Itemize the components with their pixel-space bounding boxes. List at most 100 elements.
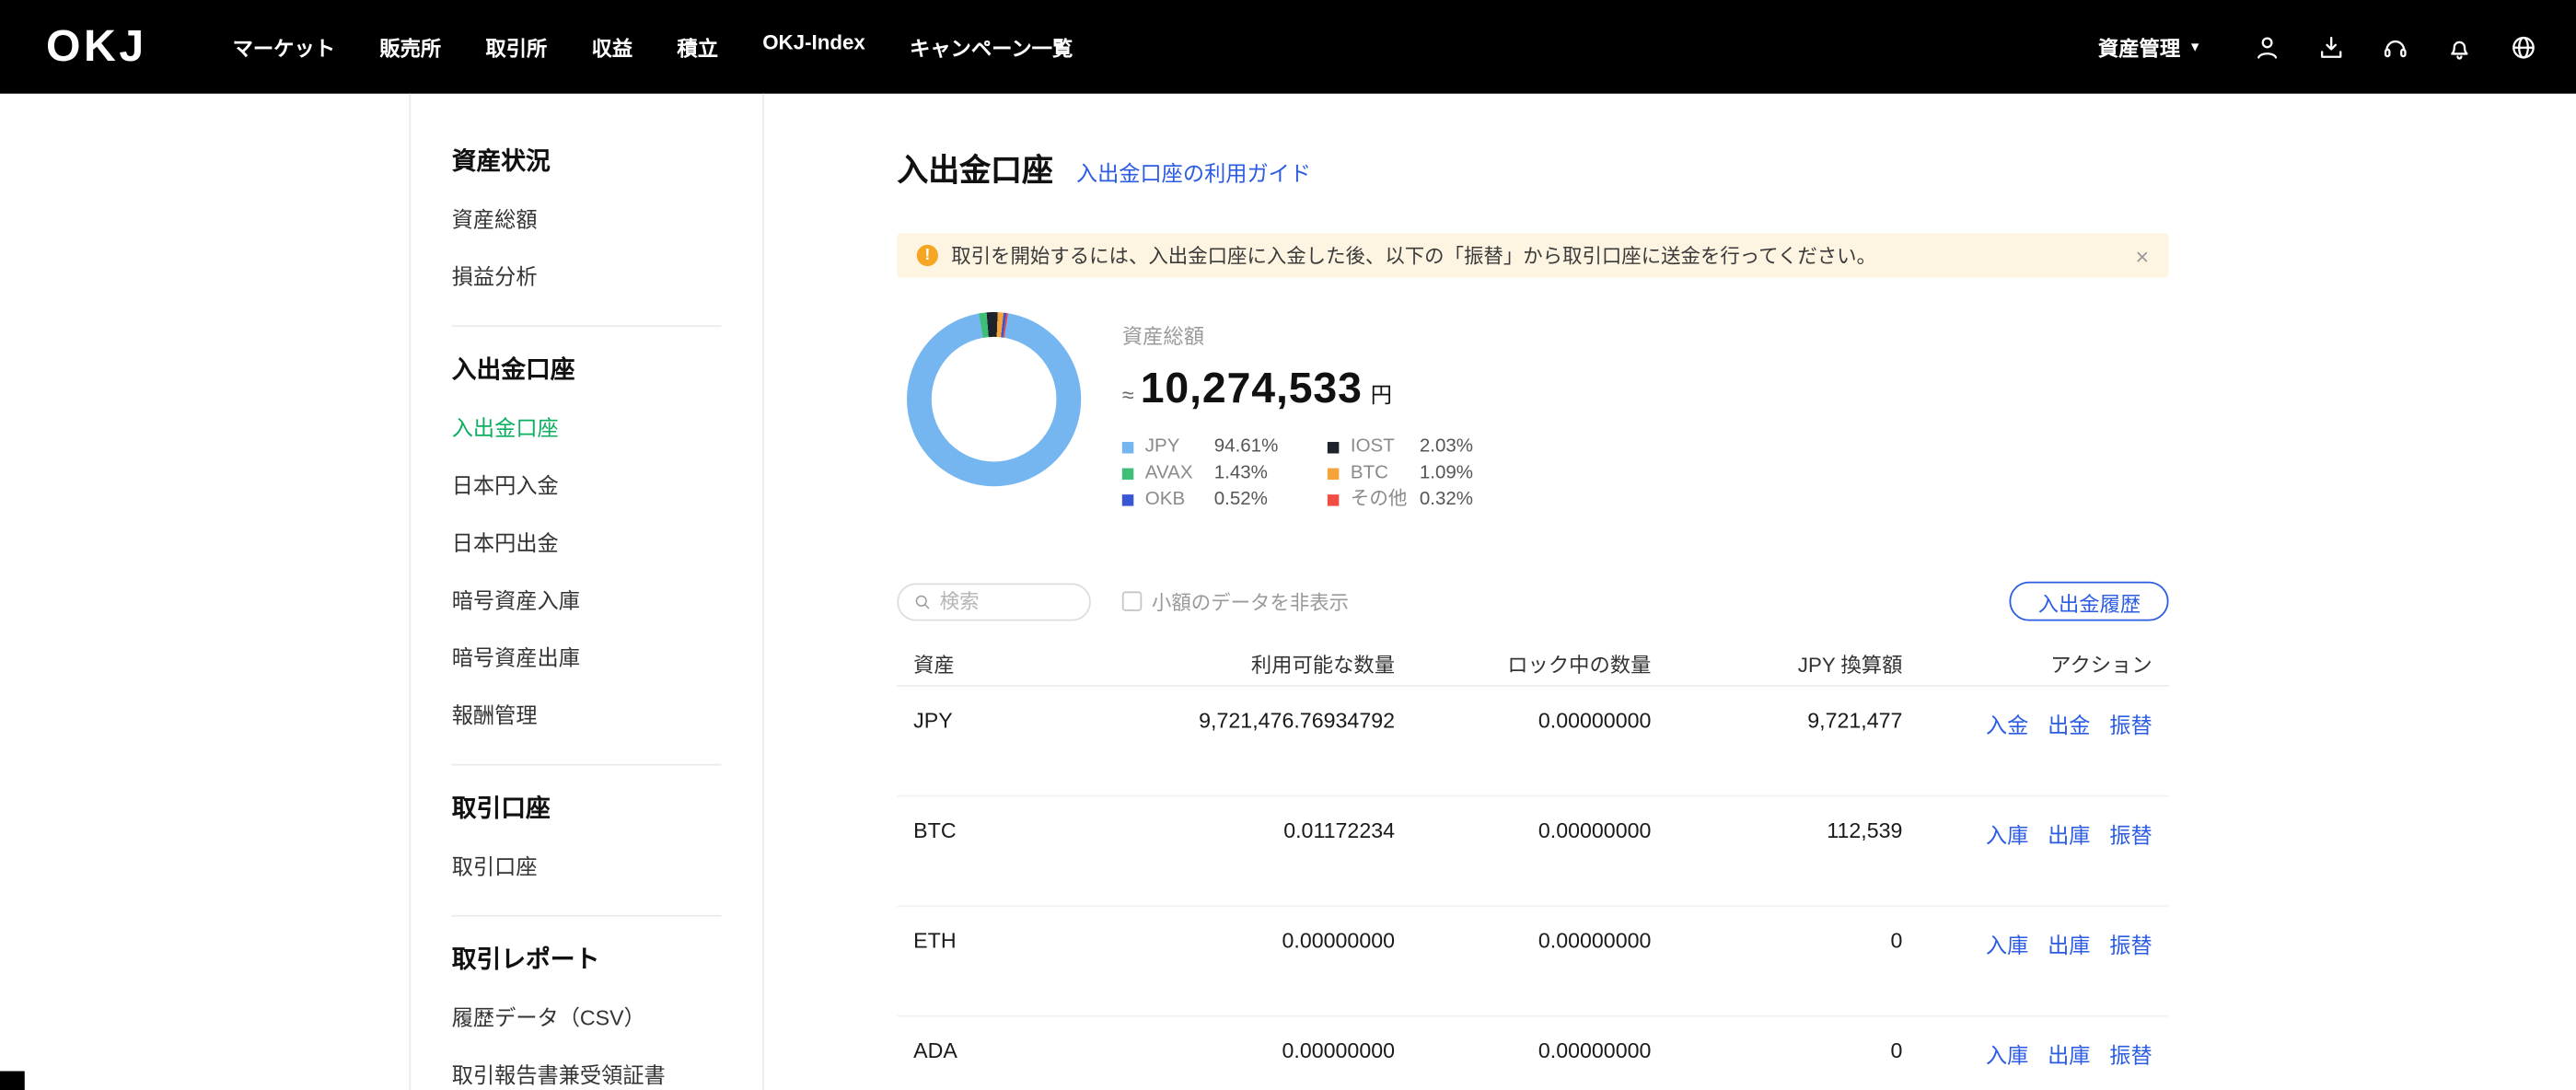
nav-campaign-list[interactable]: キャンペーン一覧 — [910, 31, 1073, 63]
warning-icon: ! — [917, 245, 938, 266]
approx-sign: ≈ — [1122, 383, 1134, 408]
transfer-link[interactable]: 振替 — [2109, 1043, 2152, 1068]
divider — [452, 325, 722, 327]
legend-swatch — [1122, 468, 1133, 479]
sidebar-item-crypto-withdrawal[interactable]: 暗号資産出庫 — [452, 628, 722, 685]
sidebar-item-asset-total[interactable]: 資産総額 — [452, 189, 722, 246]
legend-item-btc: BTC 1.09% — [1328, 461, 1473, 484]
hide-small-balances-toggle[interactable]: 小額のデータを非表示 — [1122, 587, 1349, 615]
user-icon[interactable] — [2253, 32, 2282, 62]
sidebar-heading-funding-account: 入出金口座 — [452, 352, 722, 386]
col-header-jpy-value: JPY 換算額 — [1651, 647, 1902, 678]
download-icon[interactable] — [2316, 32, 2346, 62]
legend-swatch — [1122, 441, 1133, 452]
col-header-asset: 資産 — [913, 647, 1094, 678]
bottom-left-widget[interactable] — [0, 1071, 25, 1090]
available-amount: 0.00000000 — [1094, 928, 1395, 953]
legend-swatch — [1328, 441, 1339, 452]
search-input[interactable] — [940, 590, 1074, 613]
asset-name: BTC — [913, 818, 1094, 843]
legend-swatch — [1328, 493, 1339, 504]
asset-donut-chart — [907, 312, 1081, 486]
jpy-value: 0 — [1651, 1038, 1902, 1063]
sidebar-item-trade-report-receipt[interactable]: 取引報告書兼受領証書 — [452, 1045, 722, 1090]
locked-amount: 0.00000000 — [1395, 708, 1651, 733]
available-amount: 0.00000000 — [1094, 1038, 1395, 1063]
chevron-down-icon: ▼ — [2188, 41, 2201, 53]
withdraw-link[interactable]: 出庫 — [2048, 823, 2090, 848]
asset-name: ETH — [913, 928, 1094, 953]
amount-value: 10,274,533 — [1141, 363, 1363, 413]
okj-logo[interactable]: OKJ — [46, 21, 147, 72]
sidebar-item-crypto-deposit[interactable]: 暗号資産入庫 — [452, 570, 722, 627]
row-actions: 入庫 出庫 振替 — [1902, 1038, 2152, 1070]
legend-swatch — [1122, 493, 1133, 504]
locked-amount: 0.00000000 — [1395, 818, 1651, 843]
row-actions: 入庫 出庫 振替 — [1902, 818, 2152, 850]
sidebar-item-pnl-analysis[interactable]: 損益分析 — [452, 247, 722, 304]
transfer-link[interactable]: 振替 — [2109, 713, 2152, 737]
sidebar-item-reward-management[interactable]: 報酬管理 — [452, 685, 722, 742]
col-header-locked: ロック中の数量 — [1395, 647, 1651, 678]
locked-amount: 0.00000000 — [1395, 928, 1651, 953]
checkbox-icon[interactable] — [1122, 591, 1142, 610]
table-row-jpy: JPY 9,721,476.76934792 0.00000000 9,721,… — [897, 687, 2168, 797]
withdraw-link[interactable]: 出庫 — [2048, 1043, 2090, 1068]
nav-accumulate[interactable]: 積立 — [677, 31, 718, 63]
main-content: 入出金口座 入出金口座の利用ガイド ! 取引を開始するには、入出金口座に入金した… — [764, 94, 2576, 1090]
deposit-link[interactable]: 入金 — [1986, 713, 2028, 737]
sidebar-heading-trading-account: 取引口座 — [452, 790, 722, 824]
deposit-link[interactable]: 入庫 — [1986, 933, 2028, 958]
jpy-value: 0 — [1651, 928, 1902, 953]
navbar-right: 資産管理 ▼ — [2098, 31, 2538, 63]
page-body: 資産状況 資産総額 損益分析 入出金口座 入出金口座 日本円入金 日本円出金 暗… — [0, 94, 2576, 1090]
close-icon[interactable]: × — [2136, 244, 2150, 267]
withdraw-link[interactable]: 出庫 — [2048, 933, 2090, 958]
row-actions: 入金 出金 振替 — [1902, 708, 2152, 739]
asset-overview: 資産総額 ≈ 10,274,533 円 JPY 94.61% — [897, 312, 2168, 511]
asset-management-menu[interactable]: 資産管理 ▼ — [2098, 31, 2201, 63]
search-icon — [913, 592, 932, 610]
legend-item-avax: AVAX 1.43% — [1122, 461, 1279, 484]
main-nav: マーケット 販売所 取引所 収益 積立 OKJ-Index キャンペーン一覧 — [233, 31, 1073, 63]
withdraw-link[interactable]: 出金 — [2048, 713, 2090, 737]
nav-okj-index[interactable]: OKJ-Index — [762, 31, 865, 63]
notification-bell-icon[interactable] — [2444, 32, 2474, 62]
divider — [452, 764, 722, 766]
available-amount: 0.01172234 — [1094, 818, 1395, 843]
asset-summary: 資産総額 ≈ 10,274,533 円 JPY 94.61% — [1122, 312, 1473, 511]
notice-banner: ! 取引を開始するには、入出金口座に入金した後、以下の「振替」から取引口座に送金… — [897, 233, 2168, 277]
support-headset-icon[interactable] — [2381, 32, 2410, 62]
locked-amount: 0.00000000 — [1395, 1038, 1651, 1063]
sidebar-item-funding-account[interactable]: 入出金口座 — [452, 398, 722, 455]
sidebar-item-jpy-withdrawal[interactable]: 日本円出金 — [452, 513, 722, 570]
legend-item-iost: IOST 2.03% — [1328, 435, 1473, 458]
deposit-withdraw-history-button[interactable]: 入出金履歴 — [2010, 582, 2168, 621]
nav-otc-shop[interactable]: 販売所 — [379, 31, 441, 63]
sidebar-item-jpy-deposit[interactable]: 日本円入金 — [452, 455, 722, 512]
transfer-link[interactable]: 振替 — [2109, 823, 2152, 848]
row-actions: 入庫 出庫 振替 — [1902, 928, 2152, 959]
nav-earn[interactable]: 収益 — [592, 31, 633, 63]
jpy-value: 112,539 — [1651, 818, 1902, 843]
asset-name: ADA — [913, 1038, 1094, 1063]
usage-guide-link[interactable]: 入出金口座の利用ガイド — [1076, 157, 1311, 188]
table-controls: 小額のデータを非表示 入出金履歴 — [897, 582, 2168, 621]
table-row-ada: ADA 0.00000000 0.00000000 0 入庫 出庫 振替 — [897, 1017, 2168, 1090]
currency-unit: 円 — [1371, 377, 1392, 409]
table-header-row: 資産 利用可能な数量 ロック中の数量 JPY 換算額 アクション — [897, 641, 2168, 687]
page: OKJ マーケット 販売所 取引所 収益 積立 OKJ-Index キャンペーン… — [0, 0, 2576, 1090]
deposit-link[interactable]: 入庫 — [1986, 823, 2028, 848]
nav-market[interactable]: マーケット — [233, 31, 336, 63]
sidebar-item-trading-account[interactable]: 取引口座 — [452, 836, 722, 893]
col-header-actions: アクション — [1902, 647, 2152, 678]
table-row-eth: ETH 0.00000000 0.00000000 0 入庫 出庫 振替 — [897, 907, 2168, 1017]
deposit-link[interactable]: 入庫 — [1986, 1043, 2028, 1068]
sidebar-item-history-csv[interactable]: 履歴データ（CSV） — [452, 987, 722, 1044]
legend-item-okb: OKB 0.52% — [1122, 488, 1279, 511]
nav-exchange[interactable]: 取引所 — [485, 31, 547, 63]
globe-language-icon[interactable] — [2509, 32, 2538, 62]
search-box[interactable] — [897, 583, 1091, 620]
transfer-link[interactable]: 振替 — [2109, 933, 2152, 958]
legend-swatch — [1328, 468, 1339, 479]
